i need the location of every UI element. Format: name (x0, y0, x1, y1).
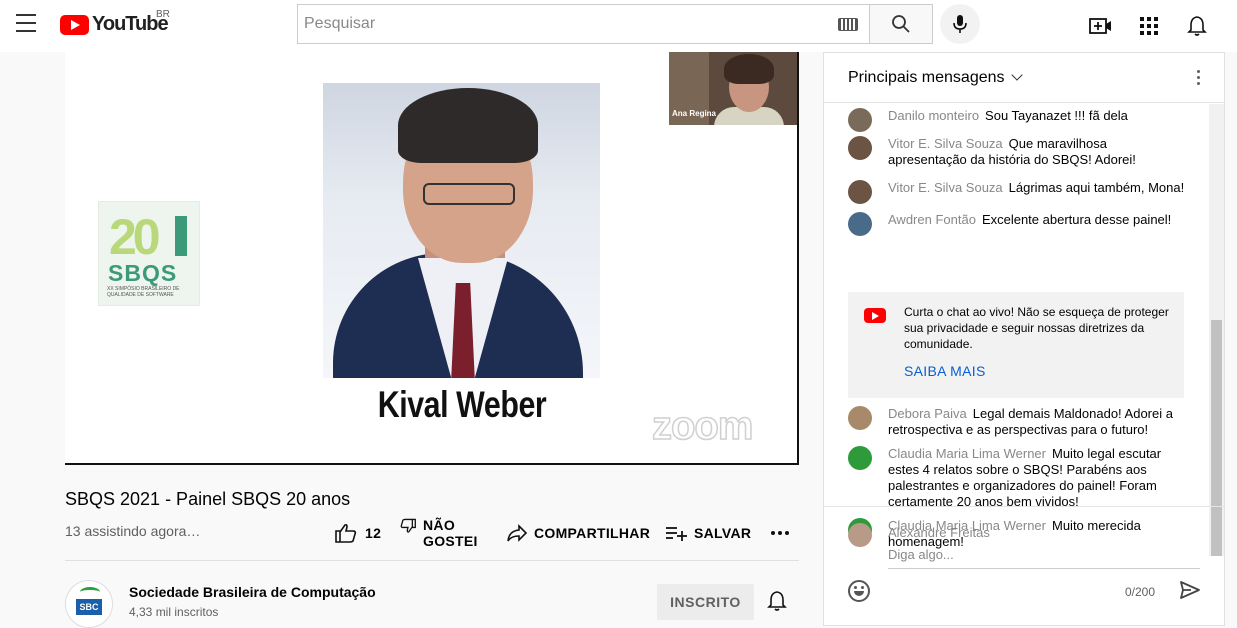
save-button[interactable]: SALVAR (665, 515, 751, 551)
message-author[interactable]: Claudia Maria Lima Werner (888, 446, 1046, 461)
chat-message: Danilo monteiro Sou Tayanazet !!! fã dela (848, 108, 1188, 132)
chat-input-area: Alexandre Freitas Diga algo... 0/200 (824, 506, 1224, 626)
chat-header: Principais mensagens (824, 53, 1224, 103)
share-icon (507, 524, 528, 542)
message-author[interactable]: Awdren Fontão (888, 212, 976, 227)
dislike-label-line2: GOSTEI (423, 533, 478, 549)
chat-mode-selector[interactable]: Principais mensagens (848, 69, 1005, 87)
chat-message: Awdren Fontão Excelente abertura desse pa… (848, 212, 1188, 236)
keyboard-icon[interactable] (838, 17, 858, 31)
sbqs-20-anos-logo: 20 SBQS XX SIMPÓSIO BRASILEIRO DE QUALID… (98, 201, 200, 306)
logo-word: SBQS (108, 260, 178, 286)
search-button[interactable] (869, 4, 933, 44)
channel-name[interactable]: Sociedade Brasileira de Computação (129, 584, 376, 600)
author-avatar[interactable] (848, 136, 872, 160)
logo-subtitle: XX SIMPÓSIO BRASILEIRO DE QUALIDADE DE S… (107, 286, 180, 298)
message-author[interactable]: Danilo monteiro (888, 108, 979, 123)
youtube-icon (864, 308, 886, 323)
share-button[interactable]: COMPARTILHAR (506, 515, 650, 551)
chat-message: Vitor E. Silva Souza Que maravilhosa apre… (848, 136, 1188, 168)
logo-number: 20 (109, 209, 161, 265)
chat-guidelines-notice: Curta o chat ao vivo! Não se esqueça de … (848, 292, 1184, 398)
voice-search-button[interactable] (940, 4, 980, 44)
chat-message-list[interactable]: Danilo monteiro Sou Tayanazet !!! fã dela… (824, 104, 1209, 556)
zoom-watermark: zoom (651, 403, 754, 449)
more-actions-button[interactable] (771, 515, 789, 551)
viewer-count: 13 assistindo agora… (65, 523, 201, 539)
author-avatar[interactable] (848, 212, 872, 236)
microphone-icon (953, 15, 967, 33)
current-user-name: Alexandre Freitas (888, 525, 990, 540)
chat-message: Debora Paiva Legal demais Maldonado! Ador… (848, 406, 1188, 438)
chat-more-options-icon[interactable] (1197, 70, 1200, 85)
author-avatar[interactable] (848, 446, 872, 470)
emoji-picker-icon[interactable] (848, 580, 870, 602)
meta-divider (65, 560, 799, 561)
subscribe-button[interactable]: INSCRITO (657, 584, 754, 620)
search-input[interactable]: Pesquisar (298, 15, 838, 33)
create-video-icon[interactable] (1089, 14, 1113, 38)
current-user-avatar (848, 523, 872, 547)
channel-subscriber-count: 4,33 mil inscritos (129, 605, 219, 619)
youtube-logo[interactable]: YouTube (60, 13, 169, 36)
region-code: BR (156, 9, 170, 20)
more-horizontal-icon (771, 531, 789, 535)
chat-message-input[interactable]: Diga algo... (888, 547, 1200, 569)
author-avatar[interactable] (848, 406, 872, 430)
chevron-down-icon[interactable] (1010, 69, 1023, 81)
learn-more-link[interactable]: SAIBA MAIS (904, 363, 986, 379)
top-bar: YouTube BR Pesquisar (0, 0, 1237, 52)
thumbs-down-icon (400, 518, 416, 533)
notifications-bell-icon[interactable] (1185, 14, 1209, 38)
author-avatar[interactable] (848, 108, 872, 132)
like-count: 12 (365, 525, 382, 541)
message-author[interactable]: Debora Paiva (888, 406, 967, 421)
character-counter: 0/200 (1125, 585, 1156, 599)
speaker-photo (323, 83, 600, 378)
pip-name-label: Ana Regina (672, 109, 717, 118)
dislike-label-line1: NÃO (423, 517, 456, 533)
youtube-play-icon (60, 14, 89, 35)
apps-grid-icon[interactable] (1137, 14, 1161, 38)
menu-icon[interactable] (16, 14, 36, 32)
message-text: Sou Tayanazet !!! fã dela (985, 108, 1128, 123)
video-player[interactable]: 20 SBQS XX SIMPÓSIO BRASILEIRO DE QUALID… (65, 52, 799, 465)
message-author[interactable]: Vitor E. Silva Souza (888, 136, 1003, 151)
message-text: Excelente abertura desse painel! (981, 212, 1172, 227)
save-label: SALVAR (694, 525, 752, 541)
like-button[interactable]: 12 (335, 515, 381, 551)
dislike-button[interactable]: NÃO GOSTEI (400, 515, 478, 551)
send-icon[interactable] (1179, 580, 1201, 605)
author-avatar[interactable] (848, 180, 872, 204)
message-text: Lágrimas aqui também, Mona! (1008, 180, 1185, 195)
search-box[interactable]: Pesquisar (297, 4, 870, 44)
share-label: COMPARTILHAR (534, 525, 651, 541)
live-chat-panel: Principais mensagens Danilo monteiro Sou … (823, 52, 1225, 626)
chat-scrollbar[interactable] (1209, 104, 1224, 556)
chat-message: Claudia Maria Lima Werner Muito legal esc… (848, 446, 1188, 510)
picture-in-picture-thumbnail: Ana Regina (669, 52, 797, 125)
video-title: SBQS 2021 - Painel SBQS 20 anos (65, 489, 351, 509)
playlist-add-icon (666, 527, 687, 541)
channel-avatar-text: SBC (76, 599, 102, 615)
channel-notification-bell-icon[interactable] (767, 590, 787, 617)
message-author[interactable]: Vitor E. Silva Souza (888, 180, 1003, 195)
notice-text: Curta o chat ao vivo! Não se esqueça de … (904, 305, 1169, 351)
thumbs-up-icon (335, 523, 357, 543)
search-icon (892, 15, 910, 33)
channel-avatar[interactable]: SBC (65, 580, 113, 628)
logo-anos-band (175, 216, 187, 256)
chat-message: Vitor E. Silva Souza Lágrimas aqui também… (848, 180, 1188, 204)
speaker-name: Kival Weber (377, 384, 547, 425)
